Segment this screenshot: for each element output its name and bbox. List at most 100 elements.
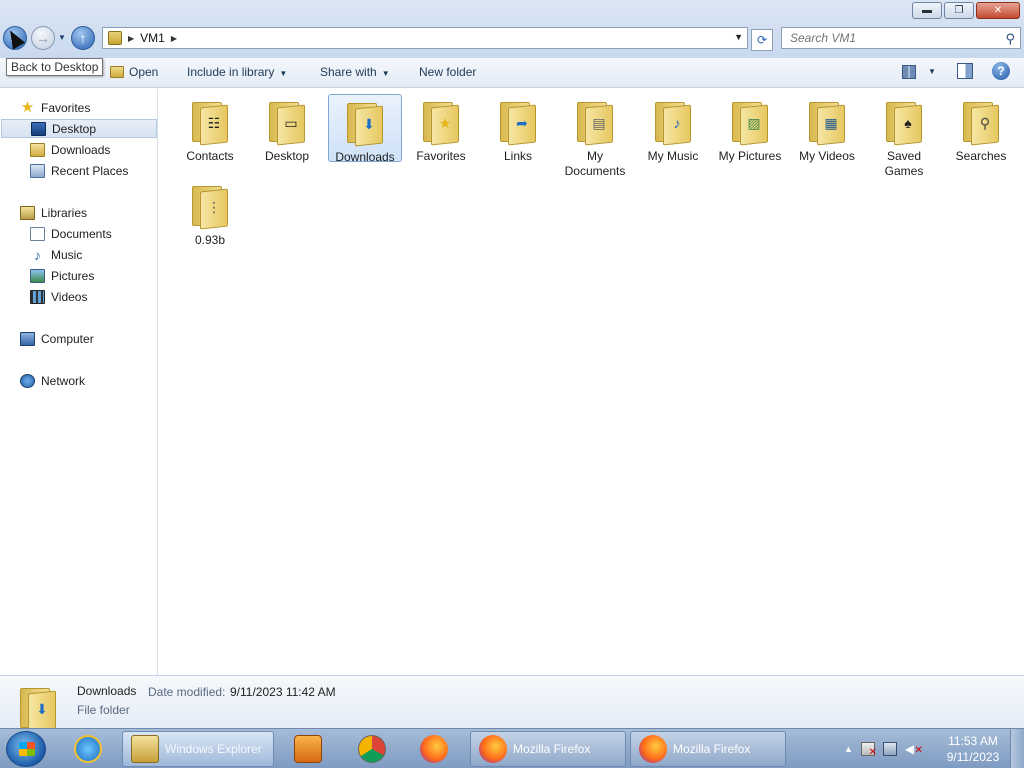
folder-label: My Pictures [718,149,782,163]
help-icon[interactable]: ? [992,62,1010,80]
change-view-icon[interactable] [902,65,916,79]
command-bar: Open Include in library ▼ Share with ▼ New… [0,58,1024,88]
sidebar-item-label: Computer [41,331,94,346]
breadcrumb-separator-icon[interactable]: ▶ [128,34,134,43]
sidebar-item-libraries[interactable]: Libraries [20,203,87,222]
folder-my-documents[interactable]: ▤ My Documents [557,94,633,180]
folder-icon: ♠ [884,100,924,146]
folder-links[interactable]: ➦ Links [480,94,556,166]
taskbar-internet-explorer[interactable] [66,731,114,767]
refresh-button[interactable]: ⟳ [751,29,773,51]
folder-icon: ⚲ [961,100,1001,146]
address-bar[interactable]: ▶ VM1 ▶ ▼ [102,27,748,49]
star-icon: ★ [438,115,452,131]
star-icon: ★ [20,98,35,116]
sidebar-item-label: Network [41,373,86,388]
taskbar-firefox[interactable] [412,731,460,767]
pictures-icon [30,268,45,283]
search-input[interactable] [782,28,992,48]
action-center-icon[interactable]: ✕ [860,742,877,758]
back-tooltip: Back to Desktop [6,58,104,76]
sidebar-item-videos[interactable]: Videos [30,287,87,306]
folder-favorites[interactable]: ★ Favorites [403,94,479,166]
search-icon[interactable]: ⚲ [1005,31,1015,47]
breadcrumb-vm1[interactable]: VM1 [140,31,165,45]
picture-icon: ▨ [747,115,761,131]
desktop-icon: ▭ [284,115,298,131]
folder-label: 0.93b [194,233,226,247]
sidebar-item-computer[interactable]: Computer [20,329,94,348]
folder-icon: ♪ [653,100,693,146]
film-strip-icon: ▦ [824,115,838,131]
sidebar-item-favorites[interactable]: ★ Favorites [20,98,91,117]
sidebar-item-music[interactable]: ♪ Music [30,245,82,264]
folder-label: My Music [647,149,699,163]
taskbar-firefox-window-2[interactable]: Mozilla Firefox [630,731,786,767]
taskbar-chrome[interactable] [350,731,398,767]
preview-pane-icon[interactable] [957,63,973,79]
folder-icon: ➦ [498,100,538,146]
network-status-icon[interactable] [882,742,897,756]
minimize-button[interactable]: ▬ [912,2,942,19]
sidebar-item-label: Documents [51,226,112,241]
system-clock[interactable]: 11:53 AM 9/11/2023 [940,733,1006,765]
up-arrow-icon: ↑ [79,30,87,46]
chevron-down-icon: ▼ [279,69,288,78]
chevron-down-icon[interactable]: ▼ [928,67,936,76]
show-hidden-icons-button[interactable]: ▲ [844,744,853,754]
network-icon [20,373,35,388]
sidebar-item-label: Libraries [41,205,88,220]
sidebar-item-network[interactable]: Network [20,371,85,390]
folder-my-videos[interactable]: ▦ My Videos [789,94,865,166]
details-pane: ⬇ Downloads Date modified: 9/11/2023 11:… [0,675,1024,732]
folder-my-music[interactable]: ♪ My Music [634,94,712,166]
sidebar-item-label: Pictures [51,268,95,283]
folder-contacts[interactable]: ☷ Contacts [172,94,248,166]
new-folder-button[interactable]: New folder [419,65,476,79]
sidebar-item-recent-places[interactable]: Recent Places [30,161,128,180]
folder-saved-games[interactable]: ♠ Saved Games [866,94,942,180]
link-arrow-icon: ➦ [516,115,528,131]
up-button[interactable]: ↑ [71,26,95,50]
volume-muted-icon[interactable]: ◀ ✕ [905,742,923,756]
open-button[interactable]: Open [129,65,158,79]
sidebar-item-downloads[interactable]: Downloads [30,140,110,159]
forward-button[interactable]: → [31,26,55,50]
music-note-icon: ♪ [673,115,681,131]
sidebar-item-documents[interactable]: Documents [30,224,112,243]
taskbar-firefox-window-1[interactable]: Mozilla Firefox [470,731,626,767]
folder-downloads[interactable]: ⬇ Downloads [328,94,402,164]
address-history-dropdown[interactable]: ▼ [734,32,743,42]
sidebar-item-label: Desktop [52,121,97,136]
recent-pages-dropdown[interactable]: ▼ [58,33,66,42]
open-folder-icon [110,66,124,78]
folder-desktop[interactable]: ▭ Desktop [249,94,325,166]
include-in-library-button[interactable]: Include in library ▼ [187,65,287,79]
firefox-icon [420,735,448,763]
folder-label: My Documents [564,149,626,178]
taskbar-media-player[interactable] [286,731,334,767]
show-desktop-button[interactable] [1010,729,1024,768]
folder-searches[interactable]: ⚲ Searches [943,94,1019,166]
folder-label: Contacts [186,149,234,163]
sidebar-item-desktop[interactable]: Desktop [1,119,157,138]
user-folder-icon [108,31,122,45]
folder-label: My Videos [799,149,855,163]
windows-explorer-icon [131,735,159,763]
close-button[interactable]: ✕ [976,2,1020,19]
folder-my-pictures[interactable]: ▨ My Pictures [712,94,788,166]
breadcrumb-separator-icon[interactable]: ▶ [171,34,177,43]
folder-0-93b[interactable]: ⋮ 0.93b [172,178,248,247]
sidebar-item-pictures[interactable]: Pictures [30,266,94,285]
include-in-library-label: Include in library [187,65,275,79]
download-arrow-icon: ⬇ [363,116,375,132]
maximize-button[interactable]: ❐ [944,2,974,19]
navigation-pane: ★ Favorites Desktop Downloads Recent Plac… [0,89,158,675]
search-box[interactable]: ⚲ [781,27,1021,49]
taskbar: Windows Explorer Mozilla Firefox Mozilla… [0,728,1024,768]
start-button[interactable] [6,731,46,767]
chrome-icon [358,735,386,763]
taskbar-windows-explorer[interactable]: Windows Explorer [122,731,274,767]
folder-icon: ▭ [267,100,307,146]
share-with-button[interactable]: Share with ▼ [320,65,390,79]
